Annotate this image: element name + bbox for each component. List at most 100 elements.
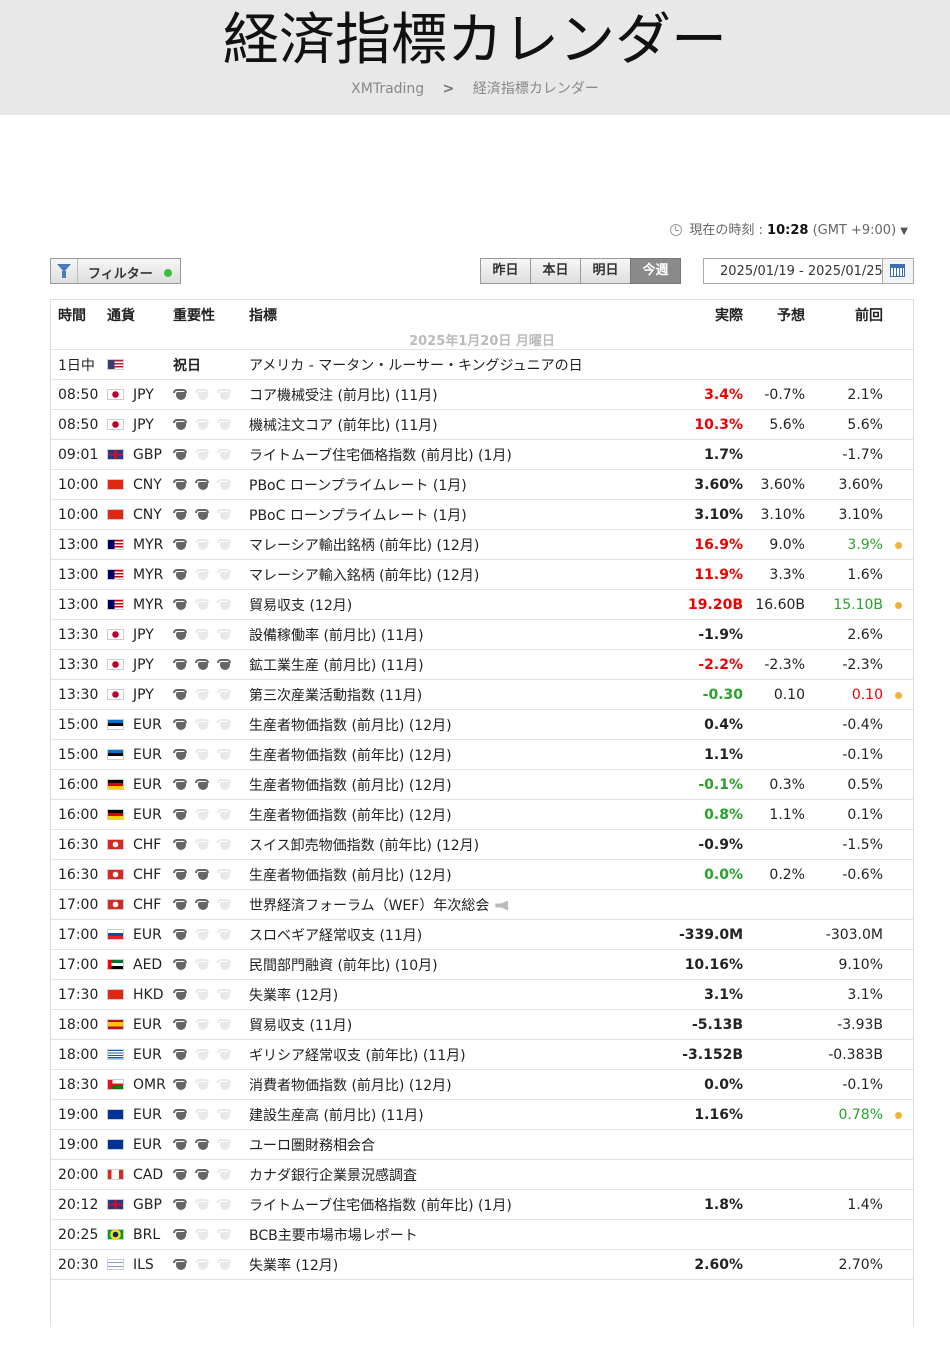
- table-row[interactable]: 10:00 CNY PBoC ローンプライムレート (1月) 3.10% 3.10% 3.…: [51, 499, 913, 530]
- indicator-name[interactable]: マレーシア輸出銘柄 (前年比) (12月): [249, 538, 479, 554]
- table-row[interactable]: 08:50 JPY コア機械受注 (前月比) (11月) 3.4% -0.7% 2.1%: [51, 379, 913, 410]
- table-row[interactable]: 13:00 MYR マレーシア輸入銘柄 (前年比) (12月) 11.9% 3.3% 1.…: [51, 559, 913, 590]
- row-indicator[interactable]: 第三次産業活動指数 (11月): [249, 679, 673, 710]
- table-row[interactable]: 19:00 EUR ユーロ圏財務相会合: [51, 1129, 913, 1160]
- row-indicator[interactable]: 貿易収支 (12月): [249, 589, 673, 620]
- table-row[interactable]: 13:00 MYR マレーシア輸出銘柄 (前年比) (12月) 16.9% 9.0% 3.…: [51, 529, 913, 560]
- indicator-name[interactable]: 生産者物価指数 (前月比) (12月): [249, 778, 452, 794]
- row-indicator[interactable]: 消費者物価指数 (前月比) (12月): [249, 1069, 673, 1100]
- row-indicator[interactable]: ユーロ圏財務相会合: [249, 1129, 673, 1160]
- indicator-name[interactable]: 生産者物価指数 (前年比) (12月): [249, 808, 452, 824]
- table-row[interactable]: 18:00 EUR ギリシア経常収支 (前年比) (11月) -3.152B -0.38…: [51, 1039, 913, 1070]
- table-row[interactable]: 20:00 CAD カナダ銀行企業景況感調査: [51, 1159, 913, 1190]
- indicator-name[interactable]: コア機械受注 (前月比) (11月): [249, 388, 438, 404]
- row-indicator[interactable]: PBoC ローンプライムレート (1月): [249, 469, 673, 500]
- indicator-name[interactable]: 建設生産高 (前月比) (11月): [249, 1108, 424, 1124]
- indicator-name[interactable]: BCB主要市場市場レポート: [249, 1228, 418, 1244]
- row-indicator[interactable]: 世界経済フォーラム（WEF）年次総会: [249, 889, 673, 920]
- header-time[interactable]: 時間: [51, 300, 107, 330]
- indicator-name[interactable]: 生産者物価指数 (前月比) (12月): [249, 718, 452, 734]
- row-indicator[interactable]: 民間部門融資 (前年比) (10月): [249, 949, 673, 980]
- row-indicator[interactable]: マレーシア輸出銘柄 (前年比) (12月): [249, 529, 673, 560]
- table-row[interactable]: 17:30 HKD 失業率 (12月) 3.1% 3.1%: [51, 979, 913, 1010]
- row-indicator[interactable]: 鉱工業生産 (前月比) (11月): [249, 649, 673, 680]
- indicator-name[interactable]: 設備稼働率 (前月比) (11月): [249, 628, 424, 644]
- header-indicator[interactable]: 指標: [249, 300, 673, 330]
- table-row[interactable]: 17:00 CHF 世界経済フォーラム（WEF）年次総会: [51, 889, 913, 920]
- table-row[interactable]: 16:30 CHF 生産者物価指数 (前月比) (12月) 0.0% 0.2% -0.6%: [51, 859, 913, 890]
- table-row[interactable]: 13:00 MYR 貿易収支 (12月) 19.20B 16.60B 15.10B: [51, 589, 913, 620]
- table-row[interactable]: 19:00 EUR 建設生産高 (前月比) (11月) 1.16% 0.78%: [51, 1099, 913, 1130]
- table-row[interactable]: 13:30 JPY 設備稼働率 (前月比) (11月) -1.9% 2.6%: [51, 619, 913, 650]
- row-indicator[interactable]: 設備稼働率 (前月比) (11月): [249, 619, 673, 650]
- row-indicator[interactable]: BCB主要市場市場レポート: [249, 1219, 673, 1250]
- header-previous[interactable]: 前回: [805, 300, 883, 330]
- header-currency[interactable]: 通貨: [107, 300, 173, 330]
- indicator-name[interactable]: スイス卸売物価指数 (前年比) (12月): [249, 838, 479, 854]
- table-row[interactable]: 20:25 BRL BCB主要市場市場レポート: [51, 1219, 913, 1250]
- table-row[interactable]: 17:00 AED 民間部門融資 (前年比) (10月) 10.16% 9.10%: [51, 949, 913, 980]
- table-row[interactable]: 13:30 JPY 第三次産業活動指数 (11月) -0.30 0.10 0.10: [51, 679, 913, 710]
- filter-button[interactable]: フィルター: [50, 258, 181, 284]
- indicator-name[interactable]: 第三次産業活動指数 (11月): [249, 688, 422, 704]
- indicator-name[interactable]: ライトムーブ住宅価格指数 (前年比) (1月): [249, 1198, 512, 1214]
- row-indicator[interactable]: 生産者物価指数 (前月比) (12月): [249, 709, 673, 740]
- indicator-name[interactable]: 民間部門融資 (前年比) (10月): [249, 958, 438, 974]
- indicator-name[interactable]: PBoC ローンプライムレート (1月): [249, 478, 467, 494]
- breadcrumb-home-link[interactable]: XMTrading: [351, 81, 424, 97]
- table-row[interactable]: 20:12 GBP ライトムーブ住宅価格指数 (前年比) (1月) 1.8% 1.4%: [51, 1189, 913, 1220]
- table-row[interactable]: 10:00 CNY PBoC ローンプライムレート (1月) 3.60% 3.60% 3.…: [51, 469, 913, 500]
- indicator-name[interactable]: 生産者物価指数 (前年比) (12月): [249, 748, 452, 764]
- tab-day-2[interactable]: 明日: [580, 258, 631, 284]
- tab-day-3[interactable]: 今週: [630, 258, 681, 284]
- tab-day-1[interactable]: 本日: [530, 258, 581, 284]
- indicator-name[interactable]: マレーシア輸入銘柄 (前年比) (12月): [249, 568, 479, 584]
- header-forecast[interactable]: 予想: [743, 300, 805, 330]
- indicator-name[interactable]: 機械注文コア (前年比) (11月): [249, 418, 438, 434]
- indicator-name[interactable]: 生産者物価指数 (前月比) (12月): [249, 868, 452, 884]
- row-indicator[interactable]: 生産者物価指数 (前年比) (12月): [249, 739, 673, 770]
- table-row[interactable]: 16:00 EUR 生産者物価指数 (前年比) (12月) 0.8% 1.1% 0.1%: [51, 799, 913, 830]
- indicator-name[interactable]: 鉱工業生産 (前月比) (11月): [249, 658, 424, 674]
- table-row[interactable]: 18:00 EUR 貿易収支 (11月) -5.13B -3.93B: [51, 1009, 913, 1040]
- row-indicator[interactable]: コア機械受注 (前月比) (11月): [249, 379, 673, 410]
- indicator-name[interactable]: ユーロ圏財務相会合: [249, 1138, 375, 1154]
- indicator-name[interactable]: 貿易収支 (12月): [249, 598, 352, 614]
- row-indicator[interactable]: ライトムーブ住宅価格指数 (前月比) (1月): [249, 439, 673, 470]
- table-row[interactable]: 16:30 CHF スイス卸売物価指数 (前年比) (12月) -0.9% -1.5%: [51, 829, 913, 860]
- row-indicator[interactable]: アメリカ - マータン・ルーサー・キングジュニアの日: [249, 349, 673, 380]
- row-indicator[interactable]: 失業率 (12月): [249, 1249, 673, 1280]
- table-row[interactable]: 15:00 EUR 生産者物価指数 (前月比) (12月) 0.4% -0.4%: [51, 709, 913, 740]
- calendar-table-container[interactable]: 時間 通貨 重要性 指標 実際 予想 前回 2025年1月20日 月曜日 1日中…: [50, 299, 914, 1327]
- row-indicator[interactable]: ギリシア経常収支 (前年比) (11月): [249, 1039, 673, 1070]
- current-time[interactable]: 現在の時刻 : 10:28 (GMT +9:00) ▼: [670, 219, 908, 238]
- indicator-name[interactable]: ライトムーブ住宅価格指数 (前月比) (1月): [249, 448, 512, 464]
- header-actual[interactable]: 実際: [673, 300, 743, 330]
- table-row[interactable]: 20:30 ILS 失業率 (12月) 2.60% 2.70%: [51, 1249, 913, 1280]
- table-row[interactable]: 08:50 JPY 機械注文コア (前年比) (11月) 10.3% 5.6% 5.6%: [51, 409, 913, 440]
- table-row[interactable]: 17:00 EUR スロベギア経常収支 (11月) -339.0M -303.0M: [51, 919, 913, 950]
- row-indicator[interactable]: カナダ銀行企業景況感調査: [249, 1159, 673, 1190]
- row-indicator[interactable]: 貿易収支 (11月): [249, 1009, 673, 1040]
- indicator-name[interactable]: 消費者物価指数 (前月比) (12月): [249, 1078, 452, 1094]
- row-indicator[interactable]: 生産者物価指数 (前年比) (12月): [249, 799, 673, 830]
- indicator-name[interactable]: カナダ銀行企業景況感調査: [249, 1168, 417, 1184]
- table-row[interactable]: 16:00 EUR 生産者物価指数 (前月比) (12月) -0.1% 0.3% 0.5%: [51, 769, 913, 800]
- row-indicator[interactable]: ライトムーブ住宅価格指数 (前年比) (1月): [249, 1189, 673, 1220]
- row-indicator[interactable]: マレーシア輸入銘柄 (前年比) (12月): [249, 559, 673, 590]
- indicator-name[interactable]: アメリカ - マータン・ルーサー・キングジュニアの日: [249, 358, 583, 374]
- row-indicator[interactable]: スイス卸売物価指数 (前年比) (12月): [249, 829, 673, 860]
- row-indicator[interactable]: 生産者物価指数 (前月比) (12月): [249, 769, 673, 800]
- table-row[interactable]: 1日中 祝日 アメリカ - マータン・ルーサー・キングジュニアの日: [51, 349, 913, 380]
- indicator-name[interactable]: 貿易収支 (11月): [249, 1018, 352, 1034]
- indicator-name[interactable]: PBoC ローンプライムレート (1月): [249, 508, 467, 524]
- row-indicator[interactable]: 建設生産高 (前月比) (11月): [249, 1099, 673, 1130]
- table-row[interactable]: 15:00 EUR 生産者物価指数 (前年比) (12月) 1.1% -0.1%: [51, 739, 913, 770]
- calendar-button[interactable]: [882, 259, 913, 283]
- row-indicator[interactable]: 失業率 (12月): [249, 979, 673, 1010]
- indicator-name[interactable]: 世界経済フォーラム（WEF）年次総会: [249, 898, 489, 914]
- table-row[interactable]: 18:30 OMR 消費者物価指数 (前月比) (12月) 0.0% -0.1%: [51, 1069, 913, 1100]
- row-indicator[interactable]: 機械注文コア (前年比) (11月): [249, 409, 673, 440]
- table-row[interactable]: 13:30 JPY 鉱工業生産 (前月比) (11月) -2.2% -2.3% -2.3%: [51, 649, 913, 680]
- tab-day-0[interactable]: 昨日: [480, 258, 531, 284]
